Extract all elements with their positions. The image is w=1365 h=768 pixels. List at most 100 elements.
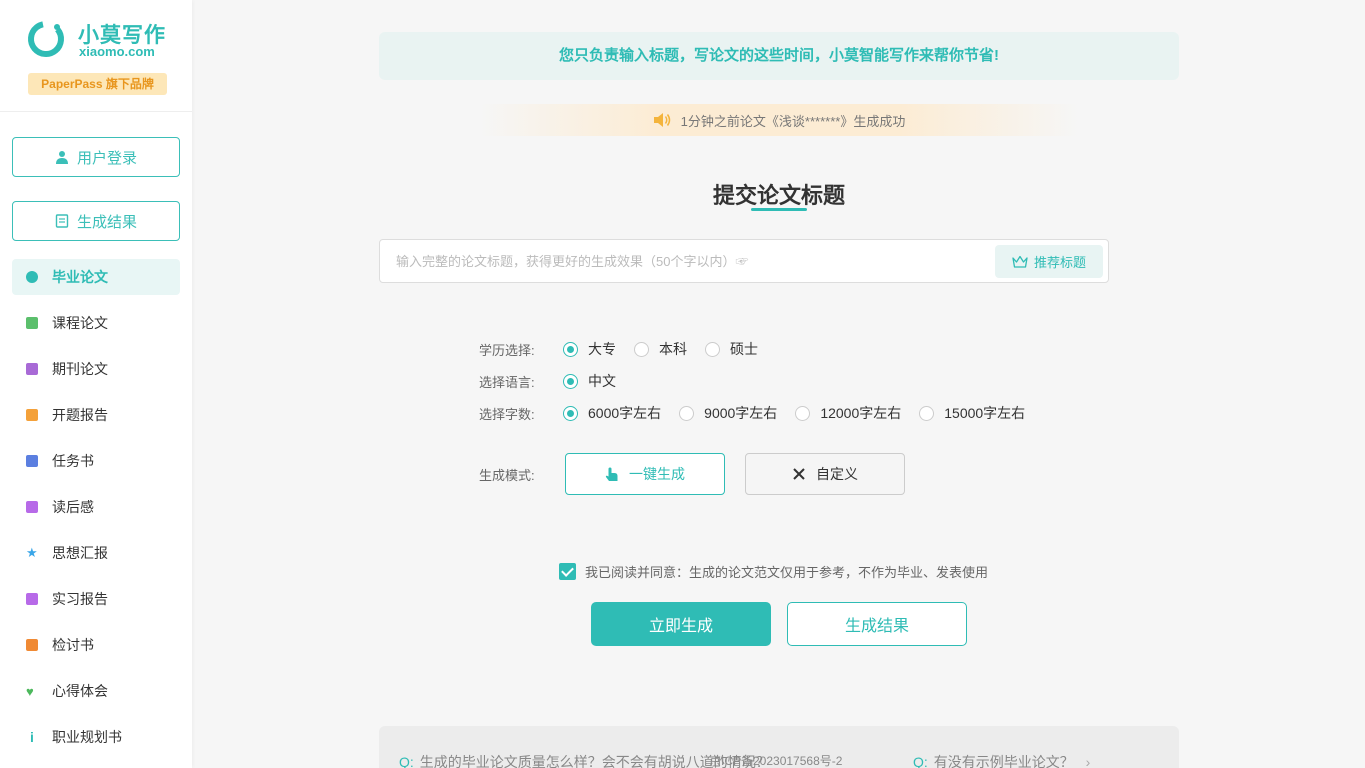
proposal-icon (26, 409, 38, 421)
language-option-chinese[interactable]: 中文 (563, 371, 616, 391)
language-label: 选择语言: (479, 374, 535, 390)
logo-icon (28, 21, 64, 57)
recommend-title-button[interactable]: 推荐标题 (995, 245, 1103, 278)
language-row: 选择语言: 中文 (479, 371, 634, 391)
radio-dot (563, 405, 578, 421)
custom-mode-label: 自定义 (816, 466, 858, 482)
sidebar-item-label: 职业规划书 (52, 729, 122, 745)
user-icon (55, 151, 68, 164)
radio-label: 硕士 (730, 341, 758, 357)
radio-dot (705, 341, 720, 357)
generate-now-button[interactable]: 立即生成 (591, 602, 771, 646)
notice-text: 1分钟之前论文《浅谈*******》生成成功 (680, 113, 906, 129)
agreement-text: 我已阅读并同意：生成的论文范文仅用于参考，不作为毕业、发表使用 (585, 565, 989, 580)
faq-q-mark: Q: (913, 754, 928, 768)
one-click-label: 一键生成 (629, 466, 685, 482)
faq-q-mark: Q: (399, 754, 414, 768)
tap-hand-icon (605, 467, 618, 481)
sidebar-item-proposal[interactable]: 开题报告 (12, 397, 180, 433)
title-underline (751, 208, 807, 211)
one-click-generate-button[interactable]: 一键生成 (565, 453, 725, 495)
speaker-icon (653, 113, 670, 127)
sidebar-item-label: 心得体会 (52, 683, 108, 699)
radio-dot (563, 341, 578, 357)
radio-dot (634, 341, 649, 357)
sidebar-item-self-criticism[interactable]: 检讨书 (12, 627, 180, 663)
sidebar: 小莫写作 xiaomo.com PaperPass 旗下品牌 用户登录 生成结果… (0, 0, 192, 768)
sidebar-item-label: 期刊论文 (52, 361, 108, 377)
word-count-label: 选择字数: (479, 406, 535, 422)
brand-badge: PaperPass 旗下品牌 (28, 73, 167, 95)
radio-label: 9000字左右 (704, 405, 778, 421)
course-icon (26, 317, 38, 329)
sidebar-item-label: 实习报告 (52, 591, 108, 607)
journal-icon (26, 363, 38, 375)
word-count-option-12000[interactable]: 12000字左右 (795, 403, 901, 423)
radio-dot (679, 405, 695, 421)
sidebar-item-journal-paper[interactable]: 期刊论文 (12, 351, 180, 387)
star-icon: ★ (26, 545, 38, 560)
logo-domain: xiaomo.com (79, 44, 155, 59)
results-sidebar-label: 生成结果 (76, 213, 137, 231)
sidebar-item-task-book[interactable]: 任务书 (12, 443, 180, 479)
sidebar-item-graduation-thesis[interactable]: 毕业论文 (12, 259, 180, 295)
sidebar-item-label: 读后感 (52, 499, 94, 515)
sidebar-item-label: 毕业论文 (52, 269, 108, 285)
recommend-title-label: 推荐标题 (1033, 255, 1086, 270)
sidebar-item-thought-report[interactable]: ★ 思想汇报 (12, 535, 180, 571)
word-count-option-9000[interactable]: 9000字左右 (679, 403, 777, 423)
login-button[interactable]: 用户登录 (12, 137, 180, 177)
sidebar-item-label: 任务书 (52, 453, 94, 469)
radio-dot (919, 405, 935, 421)
sidebar-item-career-plan[interactable]: i 职业规划书 (12, 719, 180, 755)
tools-icon (793, 468, 805, 480)
radio-label: 中文 (588, 373, 616, 389)
education-option-bachelor[interactable]: 本科 (634, 339, 687, 359)
icp-record: 京ICP备2023017568号-2 (709, 754, 843, 768)
envelope-icon (26, 639, 38, 651)
faq-question-2[interactable]: Q: 有没有示例毕业论文？ › (913, 752, 1090, 768)
sidebar-item-reading-notes[interactable]: 读后感 (12, 489, 180, 525)
word-count-row: 选择字数: 6000字左右 9000字左右 12000字左右 15000字左右 (479, 403, 1043, 423)
graduation-cap-icon (26, 271, 38, 283)
reading-icon (26, 501, 38, 513)
radio-label: 本科 (659, 341, 687, 357)
radio-label: 12000字左右 (820, 405, 902, 421)
title-input-wrapper: 推荐标题 (379, 239, 1109, 283)
promo-banner: 您只负责输入标题，写论文的这些时间，小莫智能写作来帮你节省! (379, 32, 1179, 80)
internship-icon (26, 593, 38, 605)
task-icon (26, 455, 38, 467)
sidebar-item-label: 开题报告 (52, 407, 108, 423)
word-count-option-15000[interactable]: 15000字左右 (919, 403, 1025, 423)
heart-icon: ♥ (26, 683, 34, 699)
radio-dot (563, 373, 578, 389)
agreement-checkbox[interactable] (559, 563, 576, 580)
sidebar-item-experience[interactable]: ♥ 心得体会 (12, 673, 180, 709)
info-icon: i (30, 729, 34, 745)
login-button-label: 用户登录 (76, 149, 137, 167)
radio-label: 15000字左右 (944, 405, 1026, 421)
notice-bar: 1分钟之前论文《浅谈*******》生成成功 (479, 104, 1079, 136)
radio-label: 6000字左右 (588, 405, 662, 421)
sidebar-item-course-paper[interactable]: 课程论文 (12, 305, 180, 341)
education-option-master[interactable]: 硕士 (705, 339, 758, 359)
faq-question-text: 有没有示例毕业论文？ (933, 754, 1074, 768)
crown-icon (1012, 255, 1028, 268)
agreement-row: 我已阅读并同意：生成的论文范文仅用于参考，不作为毕业、发表使用 (559, 562, 988, 581)
sidebar-item-label: 检讨书 (52, 637, 94, 653)
sidebar-item-label: 课程论文 (52, 315, 108, 331)
sidebar-item-internship-report[interactable]: 实习报告 (12, 581, 180, 617)
custom-mode-button[interactable]: 自定义 (745, 453, 905, 495)
chevron-right-icon: › (1085, 754, 1091, 768)
sidebar-item-label: 思想汇报 (52, 545, 108, 561)
sidebar-menu: 毕业论文 课程论文 期刊论文 开题报告 任务书 读后感 ★ 思想汇报 实习报告 (12, 259, 180, 765)
mode-label: 生成模式: (479, 468, 535, 483)
education-label: 学历选择: (479, 342, 535, 358)
page-title: 提交论文标题 (712, 183, 845, 208)
document-icon (55, 214, 69, 228)
word-count-option-6000[interactable]: 6000字左右 (563, 403, 661, 423)
education-row: 学历选择: 大专 本科 硕士 (479, 339, 776, 359)
title-input[interactable] (380, 240, 980, 282)
education-option-junior-college[interactable]: 大专 (563, 339, 616, 359)
view-results-button[interactable]: 生成结果 (787, 602, 967, 646)
